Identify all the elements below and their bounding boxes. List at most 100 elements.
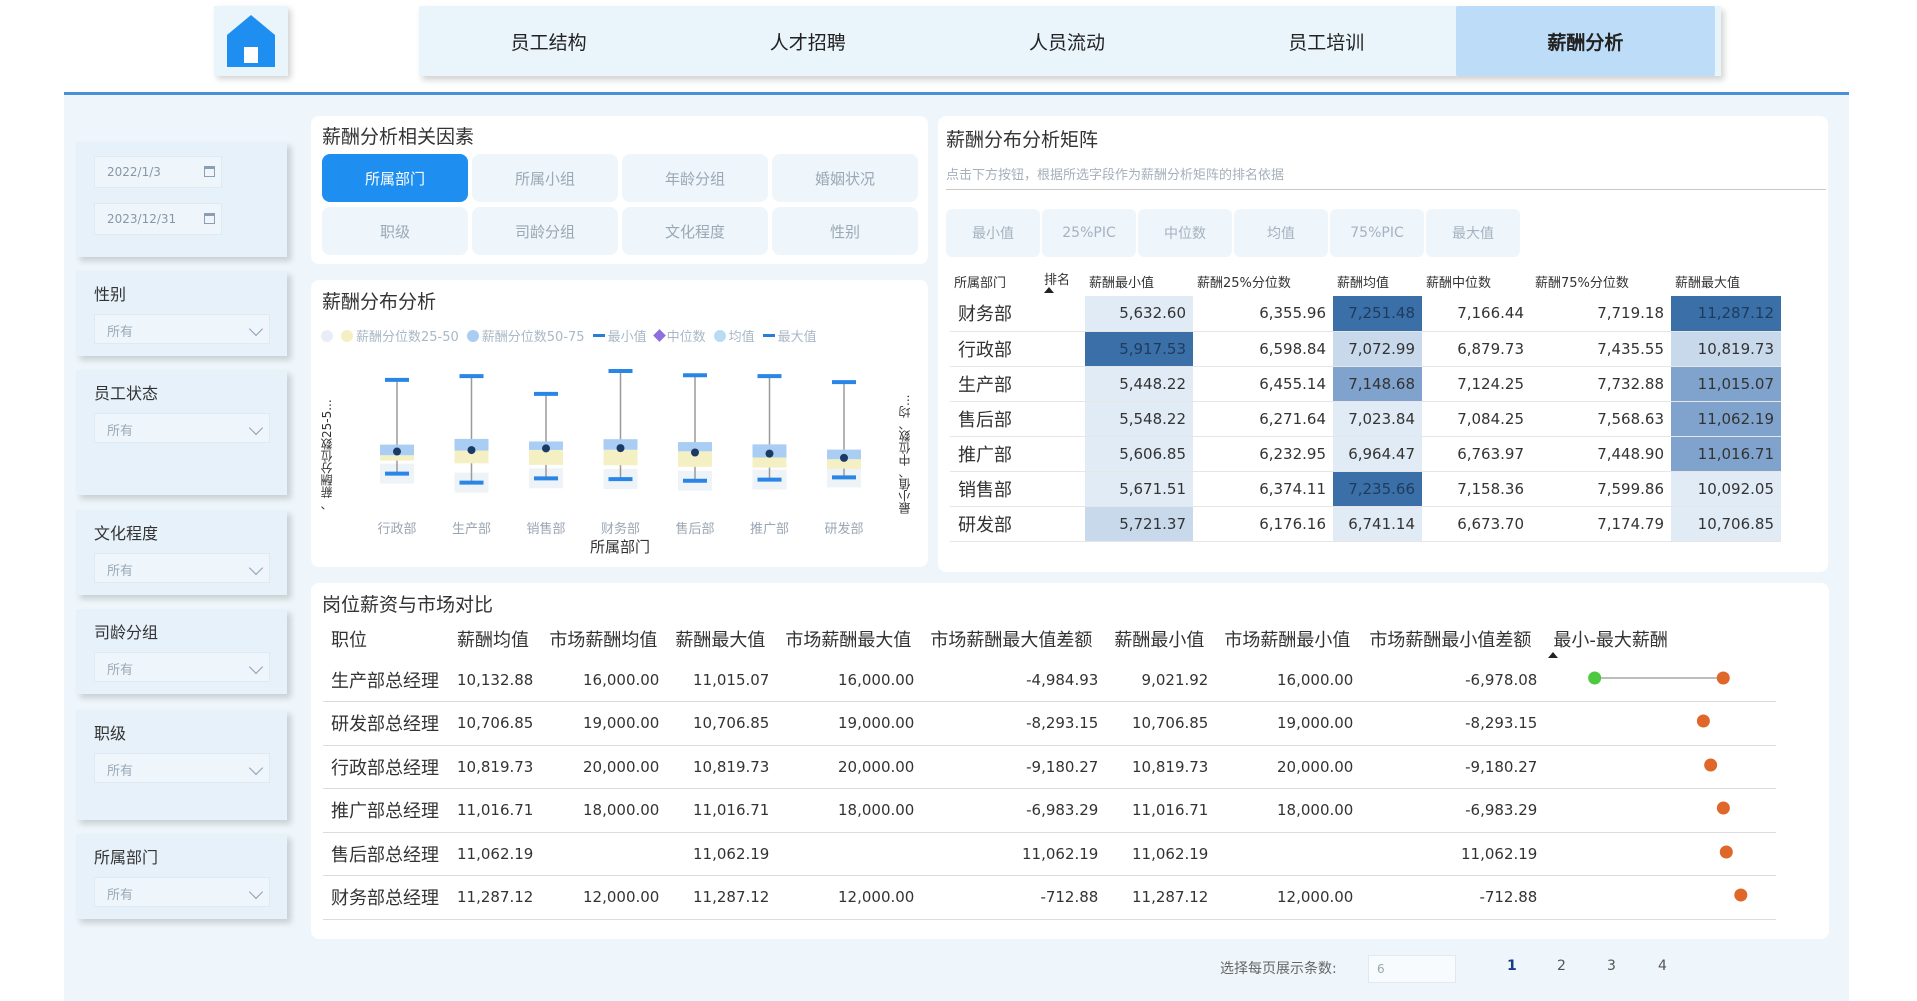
- legend-item[interactable]: 最大值: [762, 326, 817, 345]
- column-header[interactable]: 薪酬均值: [1333, 266, 1422, 296]
- factor-button-education[interactable]: 文化程度: [622, 207, 768, 255]
- legend-label: 最大值: [777, 330, 817, 345]
- factor-button-age-group[interactable]: 年龄分组: [622, 154, 768, 202]
- table-row[interactable]: 行政部总经理 10,819.73 20,000.00 10,819.73 20,000.…: [323, 745, 1777, 789]
- page-link-4[interactable]: 4: [1658, 958, 1667, 974]
- column-header[interactable]: 薪酬均值: [449, 620, 541, 658]
- table-row[interactable]: 售后部 5,548.22 6,271.64 7,023.84 7,084.25 7,568…: [950, 401, 1781, 437]
- column-header[interactable]: 薪酬最小值: [1106, 620, 1216, 658]
- table-header-row: 所属部门 排名 薪酬最小值 薪酬25%分位数 薪酬均值 薪酬中位数 薪酬75%分…: [950, 266, 1781, 296]
- table-row[interactable]: 生产部总经理 10,132.88 16,000.00 11,015.07 16,000.…: [323, 658, 1777, 702]
- column-header[interactable]: 薪酬中位数: [1422, 266, 1531, 296]
- factor-button-group[interactable]: 所属小组: [472, 154, 618, 202]
- matrix-subtitle: 点击下方按钮，根据所选字段作为薪酬分析矩阵的排名依据: [946, 168, 1285, 183]
- filter-label: 所属部门: [94, 848, 159, 867]
- legend-item[interactable]: 最小值: [592, 326, 647, 345]
- column-header[interactable]: 薪酬75%分位数: [1531, 266, 1671, 296]
- legend-item[interactable]: 薪酬分位数50-75: [466, 326, 585, 345]
- column-header[interactable]: 薪酬25%分位数: [1193, 266, 1333, 296]
- end-date-input[interactable]: 2023/12/31: [94, 203, 222, 235]
- column-header[interactable]: 市场薪酬最小值差额: [1361, 620, 1545, 658]
- stat-button-max[interactable]: 最大值: [1426, 209, 1520, 257]
- start-date-value: 2022/1/3: [107, 165, 161, 179]
- table-row[interactable]: 研发部总经理 10,706.85 19,000.00 10,706.85 19,000.…: [323, 701, 1777, 746]
- value-cell: 18,000.00: [777, 788, 923, 833]
- table-row[interactable]: 行政部 5,917.53 6,598.84 7,072.99 6,879.73 7,435…: [950, 331, 1781, 367]
- box-lower-quartile: [752, 457, 787, 468]
- stat-button-p75[interactable]: 75%PIC: [1330, 209, 1424, 257]
- min-max-dumbbell: [1717, 801, 1731, 815]
- column-header[interactable]: 市场薪酬均值: [541, 620, 667, 658]
- column-header[interactable]: 所属部门: [950, 266, 1040, 296]
- column-header[interactable]: 市场薪酬最大值: [777, 620, 922, 658]
- table-row[interactable]: 财务部 5,632.60 6,355.96 7,251.48 7,166.44 7,719…: [950, 296, 1781, 332]
- value-cell: 12,000.00: [541, 875, 668, 920]
- page-link-1[interactable]: 1: [1507, 958, 1517, 974]
- table-row[interactable]: 售后部总经理 11,062.19 11,062.19 11,062.19 11,062.…: [323, 832, 1777, 876]
- factor-button-department[interactable]: 所属部门: [322, 154, 468, 202]
- table-row[interactable]: 生产部 5,448.22 6,455.14 7,148.68 7,124.25 7,732…: [950, 366, 1781, 402]
- column-header[interactable]: 职位: [323, 620, 449, 658]
- legend-item[interactable]: 均值: [713, 326, 755, 345]
- column-header-rank[interactable]: 排名: [1040, 266, 1085, 296]
- value-cell: [777, 832, 923, 876]
- column-header[interactable]: 薪酬最小值: [1085, 266, 1193, 296]
- employee-status-select[interactable]: 所有: [94, 413, 270, 443]
- x-tick-label: 生产部: [452, 522, 491, 537]
- table-row[interactable]: 销售部 5,671.51 6,374.11 7,235.66 7,158.36 7,599…: [950, 471, 1781, 507]
- value-cell: -712.88: [1361, 875, 1546, 920]
- date-range-filter: 2022/1/3 2023/12/31: [76, 142, 287, 257]
- position-cell: 推广部总经理: [323, 788, 449, 833]
- stat-button-median[interactable]: 中位数: [1138, 209, 1232, 257]
- table-row[interactable]: 财务部总经理 11,287.12 12,000.00 11,287.12 12,000.…: [323, 875, 1777, 920]
- value-cell: 20,000.00: [541, 745, 668, 789]
- table-row[interactable]: 推广部总经理 11,016.71 18,000.00 11,016.71 18,000.…: [323, 788, 1777, 833]
- tab-salary-analysis[interactable]: 薪酬分析: [1455, 6, 1716, 76]
- education-select[interactable]: 所有: [94, 553, 270, 583]
- stat-button-mean[interactable]: 均值: [1234, 209, 1328, 257]
- legend-item[interactable]: 薪酬分位数25-50: [341, 326, 459, 345]
- column-header[interactable]: 市场薪酬最小值: [1216, 620, 1361, 658]
- stat-button-p25[interactable]: 25%PIC: [1042, 209, 1136, 257]
- job-level-select[interactable]: 所有: [94, 753, 270, 783]
- table-row[interactable]: 推广部 5,606.85 6,232.95 6,964.47 6,763.97 7,448…: [950, 436, 1781, 472]
- filter-label: 员工状态: [94, 384, 159, 403]
- value-cell: 7,124.25: [1422, 366, 1531, 402]
- page-size-input[interactable]: 6: [1368, 955, 1456, 983]
- tab-employee-structure[interactable]: 员工结构: [419, 6, 678, 76]
- column-header[interactable]: 市场薪酬最大值差额: [922, 620, 1106, 658]
- value-cell: 6,879.73: [1422, 331, 1531, 367]
- page-link-2[interactable]: 2: [1557, 958, 1566, 974]
- value-cell: 7,599.86: [1531, 471, 1671, 507]
- column-header[interactable]: 薪酬最大值: [1671, 266, 1781, 296]
- start-date-input[interactable]: 2022/1/3: [94, 156, 222, 188]
- min-max-dumbbell: [1588, 671, 1731, 684]
- value-cell: 11,287.12: [1106, 875, 1217, 920]
- value-cell: 10,819.73: [667, 745, 778, 789]
- column-header[interactable]: 薪酬最大值: [667, 620, 777, 658]
- factor-button-job-level[interactable]: 职级: [322, 207, 468, 255]
- factor-button-tenure[interactable]: 司龄分组: [472, 207, 618, 255]
- factor-button-gender[interactable]: 性别: [772, 207, 918, 255]
- value-cell: 7,568.63: [1531, 401, 1671, 437]
- column-header-range[interactable]: 最小-最大薪酬: [1545, 620, 1776, 658]
- home-button[interactable]: [214, 6, 288, 76]
- stat-button-min[interactable]: 最小值: [946, 209, 1040, 257]
- rank-label: 排名: [1044, 273, 1071, 288]
- gender-select[interactable]: 所有: [94, 314, 270, 344]
- department-select[interactable]: 所有: [94, 877, 270, 907]
- table-row[interactable]: 研发部 5,721.37 6,176.16 6,741.14 6,673.70 7,174…: [950, 506, 1781, 542]
- salary-matrix-table: 所属部门 排名 薪酬最小值 薪酬25%分位数 薪酬均值 薪酬中位数 薪酬75%分…: [950, 266, 1781, 542]
- tab-recruitment[interactable]: 人才招聘: [678, 6, 937, 76]
- value-cell: 18,000.00: [541, 788, 668, 833]
- tenure-group-select[interactable]: 所有: [94, 652, 270, 682]
- legend-item[interactable]: 中位数: [652, 326, 706, 345]
- min-max-dumbbell: [1734, 888, 1748, 902]
- right-axis-label: 最小值、中位数、均...: [898, 394, 912, 514]
- value-cell: 7,084.25: [1422, 401, 1531, 437]
- page-link-3[interactable]: 3: [1607, 958, 1616, 974]
- factor-button-marital-status[interactable]: 婚姻状况: [772, 154, 918, 202]
- tab-turnover[interactable]: 人员流动: [937, 6, 1196, 76]
- tab-training[interactable]: 员工培训: [1197, 6, 1456, 76]
- value-cell: -9,180.27: [1361, 745, 1546, 789]
